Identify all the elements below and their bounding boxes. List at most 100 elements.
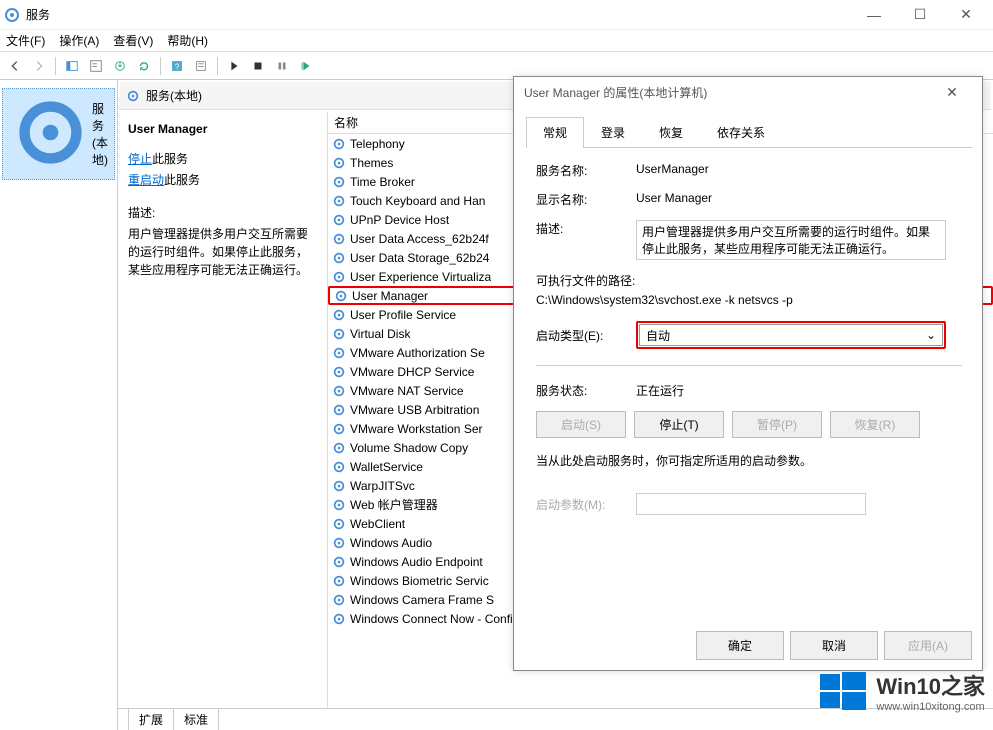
status-label: 服务状态: [536, 382, 636, 399]
list-item-label: Windows Biometric Servic [350, 574, 489, 588]
help-icon[interactable]: ? [166, 55, 188, 77]
list-item-label: Windows Audio Endpoint [350, 555, 483, 569]
restart-icon[interactable] [295, 55, 317, 77]
gear-icon [332, 175, 346, 189]
gear-icon [332, 156, 346, 170]
tab-standard[interactable]: 标准 [173, 708, 219, 730]
gear-icon [332, 498, 346, 512]
menu-view[interactable]: 查看(V) [113, 32, 153, 49]
list-item-label: VMware NAT Service [350, 384, 464, 398]
svcname-label: 服务名称: [536, 162, 636, 179]
list-item-label: User Manager [352, 289, 428, 303]
list-item-label: Windows Camera Frame S [350, 593, 494, 607]
watermark: Win10之家 www.win10xitong.com [818, 666, 985, 716]
cancel-button[interactable]: 取消 [790, 631, 878, 660]
gear-icon [332, 308, 346, 322]
pause-button[interactable]: 暂停(P) [732, 411, 822, 438]
list-item-label: VMware DHCP Service [350, 365, 474, 379]
gear-icon [332, 479, 346, 493]
forward-button[interactable] [28, 55, 50, 77]
tab-recovery[interactable]: 恢复 [642, 117, 700, 147]
menu-help[interactable]: 帮助(H) [167, 32, 208, 49]
tab-extended[interactable]: 扩展 [128, 708, 174, 730]
startup-value: 自动 [646, 327, 670, 344]
gear-icon [332, 574, 346, 588]
gear-icon [332, 422, 346, 436]
resume-button[interactable]: 恢复(R) [830, 411, 920, 438]
gear-icon [332, 555, 346, 569]
list-item-label: Time Broker [350, 175, 415, 189]
app-gear-icon [4, 7, 20, 23]
properties-icon[interactable] [85, 55, 107, 77]
startup-select[interactable]: 自动 ⌄ [639, 324, 943, 346]
watermark-title: Win10之家 [876, 669, 985, 701]
pause-icon[interactable] [271, 55, 293, 77]
list-item-label: VMware Authorization Se [350, 346, 485, 360]
minimize-button[interactable]: — [851, 0, 897, 30]
dialog-close-button[interactable]: ✕ [932, 84, 972, 101]
gear-icon [332, 137, 346, 151]
gear-icon [332, 517, 346, 531]
list-item-label: VMware USB Arbitration [350, 403, 479, 417]
startup-label: 启动类型(E): [536, 327, 636, 344]
description-pane: User Manager 停止此服务 重启动此服务 描述: 用户管理器提供多用户… [118, 112, 328, 730]
param-input[interactable] [636, 493, 866, 515]
menu-action[interactable]: 操作(A) [59, 32, 99, 49]
properties-dialog: User Manager 的属性(本地计算机) ✕ 常规 登录 恢复 依存关系 … [513, 76, 983, 671]
detail-header-label: 服务(本地) [146, 87, 202, 104]
tree-root[interactable]: 服务(本地) [2, 88, 115, 180]
restart-link[interactable]: 重启动 [128, 173, 164, 187]
play-icon[interactable] [223, 55, 245, 77]
gear-icon [334, 289, 348, 303]
stop-suffix: 此服务 [152, 152, 188, 166]
list-item-label: User Data Storage_62b24 [350, 251, 489, 265]
desc-label: 描述: [128, 204, 317, 221]
param-label: 启动参数(M): [536, 496, 636, 513]
chevron-down-icon: ⌄ [926, 328, 936, 342]
desc-text: 用户管理器提供多用户交互所需要的运行时组件。如果停止此服务，某些应用程序可能无法… [128, 225, 317, 279]
gear-icon [332, 441, 346, 455]
gear-icon [9, 91, 92, 177]
tab-logon[interactable]: 登录 [584, 117, 642, 147]
maximize-button[interactable]: ☐ [897, 0, 943, 30]
tab-dependencies[interactable]: 依存关系 [700, 117, 782, 147]
gear-icon [332, 384, 346, 398]
gear-icon [332, 403, 346, 417]
tab-general[interactable]: 常规 [526, 117, 584, 148]
svcname-value: UserManager [636, 162, 962, 176]
gear-icon [332, 365, 346, 379]
gear-icon [332, 460, 346, 474]
list-item-label: Themes [350, 156, 393, 170]
list-item-label: VMware Workstation Ser [350, 422, 483, 436]
desc-textbox[interactable]: 用户管理器提供多用户交互所需要的运行时组件。如果停止此服务，某些应用程序可能无法… [636, 220, 946, 260]
close-button[interactable]: ✕ [943, 0, 989, 30]
stop-icon[interactable] [247, 55, 269, 77]
back-button[interactable] [4, 55, 26, 77]
gear-icon [332, 612, 346, 626]
stop-button[interactable]: 停止(T) [634, 411, 724, 438]
menu-file[interactable]: 文件(F) [6, 32, 45, 49]
list-item-label: User Profile Service [350, 308, 456, 322]
dialog-title: User Manager 的属性(本地计算机) [524, 84, 707, 101]
export-icon[interactable] [109, 55, 131, 77]
stop-link[interactable]: 停止 [128, 152, 152, 166]
ok-button[interactable]: 确定 [696, 631, 784, 660]
show-hide-icon[interactable] [61, 55, 83, 77]
gear-icon [332, 593, 346, 607]
start-button[interactable]: 启动(S) [536, 411, 626, 438]
windows-logo-icon [818, 666, 868, 716]
gear-icon [126, 89, 140, 103]
list-icon[interactable] [190, 55, 212, 77]
start-params-note: 当从此处启动服务时，你可指定所适用的启动参数。 [536, 452, 962, 469]
watermark-url: www.win10xitong.com [876, 701, 985, 713]
window-title: 服务 [26, 6, 50, 23]
list-item-label: Touch Keyboard and Han [350, 194, 485, 208]
dialog-title-bar: User Manager 的属性(本地计算机) ✕ [514, 77, 982, 107]
restart-suffix: 此服务 [164, 173, 200, 187]
path-value: C:\Windows\system32\svchost.exe -k netsv… [536, 293, 962, 307]
svg-text:?: ? [175, 62, 180, 71]
menu-bar: 文件(F) 操作(A) 查看(V) 帮助(H) [0, 30, 993, 52]
list-item-label: WebClient [350, 517, 405, 531]
apply-button[interactable]: 应用(A) [884, 631, 972, 660]
refresh-icon[interactable] [133, 55, 155, 77]
